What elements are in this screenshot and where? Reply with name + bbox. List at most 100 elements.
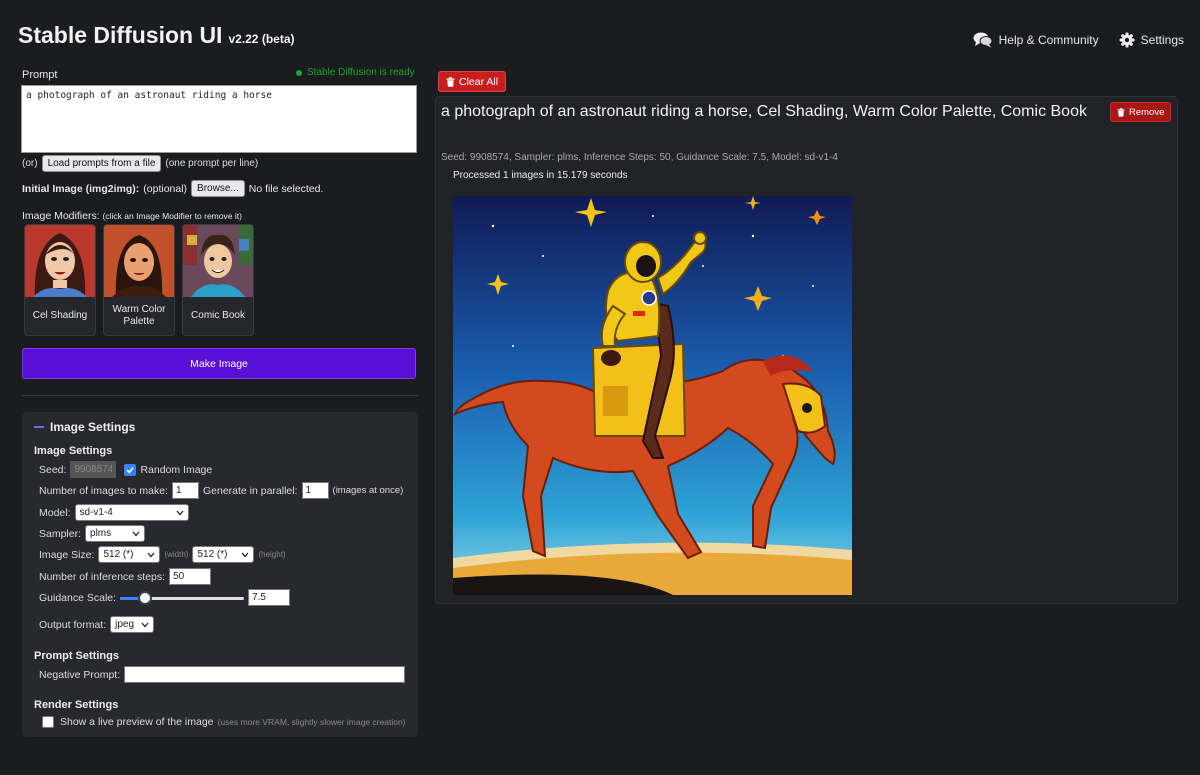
width-hint: (width) [164, 550, 189, 559]
image-modifiers-hint: (click an Image Modifier to remove it) [102, 211, 242, 221]
trash-icon [1117, 107, 1125, 117]
output-format-value: jpeg [115, 619, 135, 630]
model-select[interactable]: sd-v1-4 [74, 504, 189, 521]
initial-image-row: Initial Image (img2img): (optional) Brow… [22, 180, 323, 197]
guidance-slider[interactable] [120, 590, 245, 605]
remove-button[interactable]: Remove [1110, 102, 1172, 122]
modifier-warm-color-palette[interactable]: Warm Color Palette [103, 224, 175, 336]
num-images-input[interactable] [171, 482, 199, 499]
model-row: Model: sd-v1-4 [39, 504, 189, 521]
slider-thumb[interactable] [138, 590, 153, 605]
status-text: Stable Diffusion is ready [307, 67, 415, 78]
image-size-label: Image Size: [39, 548, 95, 561]
steps-label: Number of inference steps: [39, 570, 166, 583]
settings-link[interactable]: Settings [1119, 32, 1184, 48]
height-select[interactable]: 512 (*) [192, 546, 255, 563]
negative-prompt-label: Negative Prompt: [39, 668, 121, 681]
result-title: a photograph of an astronaut riding a ho… [441, 103, 1087, 120]
app-version: v2.22 (beta) [228, 32, 295, 46]
top-links: Help & Community Settings [973, 32, 1184, 48]
prompt-input[interactable]: a photograph of an astronaut riding a ho… [21, 85, 417, 153]
checkmark-icon [126, 466, 135, 473]
chevron-down-icon [141, 622, 149, 627]
browse-button[interactable]: Browse... [191, 180, 245, 197]
warm-color-palette-thumbnail [104, 225, 174, 297]
prompt-settings-title: Prompt Settings [34, 650, 119, 662]
seed-input[interactable] [70, 461, 117, 478]
help-community-label: Help & Community [998, 33, 1099, 47]
clear-all-button[interactable]: Clear All [438, 71, 507, 92]
modifier-label: Comic Book [191, 310, 245, 321]
prompt-label: Prompt [22, 69, 58, 81]
render-settings-title: Render Settings [34, 699, 119, 711]
clear-all-label: Clear All [459, 75, 499, 88]
output-format-label: Output format: [39, 618, 107, 631]
initial-image-label: Initial Image (img2img): [22, 182, 140, 195]
image-settings-toggle[interactable]: Image Settings [34, 420, 135, 434]
load-prompts-button[interactable]: Load prompts from a file [41, 155, 162, 172]
comic-book-thumbnail [183, 225, 253, 297]
live-preview-checkbox[interactable] [42, 716, 54, 728]
app-title: Stable Diffusion UI v2.22 (beta) [18, 22, 294, 49]
live-preview-label: Show a live preview of the image [60, 716, 214, 728]
model-label: Model: [39, 506, 71, 519]
modifier-cel-shading[interactable]: Cel Shading [24, 224, 96, 336]
seed-row: Seed: Random Image [39, 461, 212, 478]
sampler-select[interactable]: plms [85, 525, 146, 542]
output-format-select[interactable]: jpeg [110, 616, 155, 633]
chevron-down-icon [147, 552, 155, 557]
modifier-comic-book[interactable]: Comic Book [182, 224, 254, 336]
settings-label: Settings [1140, 33, 1184, 47]
num-images-row: Number of images to make: Generate in pa… [39, 482, 403, 499]
guidance-input[interactable] [248, 589, 291, 606]
random-image-label: Random Image [140, 463, 213, 476]
steps-row: Number of inference steps: [39, 568, 212, 585]
model-select-value: sd-v1-4 [79, 507, 113, 518]
parallel-label: Generate in parallel: [202, 484, 298, 497]
initial-image-optional: (optional) [143, 182, 188, 195]
negative-prompt-row: Negative Prompt: [39, 666, 406, 683]
make-image-button[interactable]: Make Image [22, 348, 416, 379]
load-prompts-row: (or) Load prompts from a file (one promp… [22, 155, 258, 172]
image-modifiers-list: Cel Shading Warm Color Palette Comic Boo… [24, 224, 254, 336]
parallel-hint: (images at once) [332, 485, 404, 496]
file-status: No file selected. [248, 182, 324, 195]
sampler-row: Sampler: plms [39, 525, 146, 542]
help-community-link[interactable]: Help & Community [973, 32, 1099, 48]
chevron-down-icon [132, 531, 140, 536]
image-modifiers-title: Image Modifiers: [22, 210, 100, 222]
gear-icon [1119, 32, 1135, 48]
height-select-value: 512 (*) [197, 549, 228, 560]
image-settings-panel: Image Settings Image Settings Seed: Rand… [22, 412, 418, 737]
steps-input[interactable] [169, 568, 212, 585]
collapse-icon [34, 426, 44, 428]
guidance-label: Guidance Scale: [39, 591, 117, 604]
remove-label: Remove [1129, 106, 1165, 118]
image-modifiers-label: Image Modifiers: (click an Image Modifie… [22, 210, 242, 222]
parallel-input[interactable] [301, 482, 329, 499]
width-select[interactable]: 512 (*) [98, 546, 161, 563]
height-hint: (height) [258, 550, 286, 559]
width-select-value: 512 (*) [103, 549, 134, 560]
modifier-label: Warm Color Palette [112, 304, 166, 327]
negative-prompt-input[interactable] [124, 666, 406, 683]
sampler-select-value: plms [90, 528, 112, 539]
sampler-label: Sampler: [39, 527, 82, 540]
result-meta: Seed: 9908574, Sampler: plms, Inference … [441, 152, 838, 163]
trash-icon [446, 76, 455, 87]
guidance-row: Guidance Scale: [39, 589, 291, 606]
status-indicator: Stable Diffusion is ready [296, 67, 415, 78]
modifier-label: Cel Shading [32, 310, 88, 321]
chevron-down-icon [241, 552, 249, 557]
random-image-checkbox[interactable] [124, 463, 137, 476]
divider [22, 395, 418, 396]
num-images-label: Number of images to make: [39, 484, 168, 497]
live-preview-row: Show a live preview of the image (uses m… [42, 716, 406, 728]
chat-bubbles-icon [973, 32, 993, 48]
or-text: (or) [22, 158, 38, 169]
cel-shading-thumbnail [25, 225, 95, 297]
generated-image[interactable] [453, 196, 852, 595]
image-size-row: Image Size: 512 (*) (width) 512 (*) (hei… [39, 546, 286, 563]
status-dot-icon [296, 69, 302, 76]
load-prompts-hint: (one prompt per line) [165, 158, 259, 169]
